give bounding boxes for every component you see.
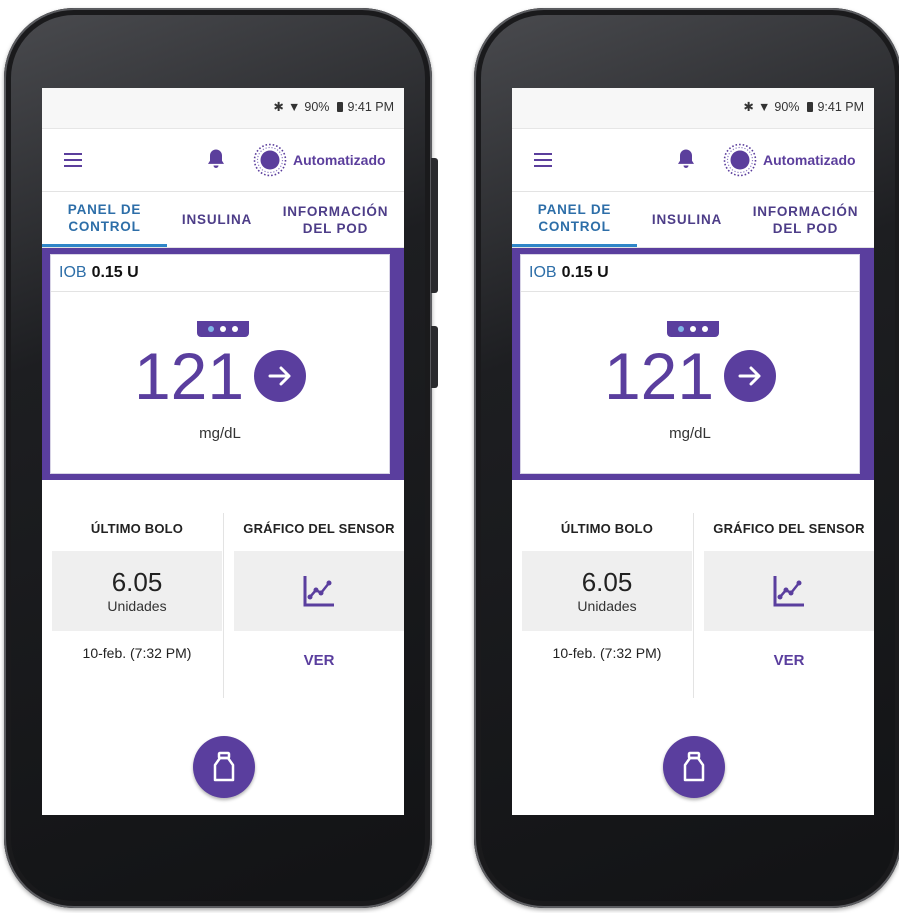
page-dot — [690, 326, 696, 332]
page-dot — [678, 326, 684, 332]
glucose-unit: mg/dL — [199, 425, 241, 442]
tab-insulin[interactable]: INSULINA — [167, 192, 267, 247]
automated-mode-icon — [723, 143, 757, 177]
app-bar: Automatizado — [512, 129, 874, 192]
app-bar: Automatizado — [42, 129, 404, 192]
page-indicator[interactable] — [197, 321, 249, 337]
tab-dashboard[interactable]: PANEL DE CONTROL — [42, 192, 167, 247]
wifi-icon: ▼ — [758, 99, 771, 114]
page-dot — [208, 326, 214, 332]
bolus-vial-icon — [683, 751, 705, 782]
last-bolus-box: 6.05 Unidades — [52, 551, 222, 631]
last-bolus-widget: ÚLTIMO BOLO 6.05 Unidades 10-feb. (7:32 … — [522, 508, 692, 661]
battery-percent: 90% — [774, 99, 800, 114]
trend-arrow-right-icon — [254, 350, 307, 402]
mode-label: Automatizado — [293, 152, 386, 168]
app-screen: ✱ ▼ 90% 9:41 PM Automatizado PANEL DE CO… — [512, 88, 874, 815]
iob-label: IOB — [59, 264, 87, 281]
bolus-vial-icon — [213, 751, 235, 782]
tab-pod-info[interactable]: INFORMACIÓN DEL POD — [737, 192, 874, 247]
status-icons: ✱ ▼ 90% 9:41 PM — [273, 99, 394, 115]
iob-value: 0.15 U — [91, 264, 139, 281]
menu-icon[interactable] — [64, 153, 82, 167]
iob-value: 0.15 U — [561, 264, 609, 281]
last-bolus-widget: ÚLTIMO BOLO 6.05 Unidades 10-feb. (7:32 … — [52, 508, 222, 661]
bolus-button[interactable] — [193, 736, 255, 798]
last-bolus-amount: 6.05 — [581, 567, 633, 597]
glucose-value: 121 — [603, 339, 715, 413]
page-indicator[interactable] — [667, 321, 719, 337]
side-button — [431, 158, 438, 293]
battery-percent: 90% — [304, 99, 330, 114]
page-dot — [232, 326, 238, 332]
last-bolus-time: 10-feb. (7:32 PM) — [552, 645, 662, 661]
sensor-graph-widget: GRÁFICO DEL SENSOR VER — [704, 508, 874, 669]
automated-mode-indicator[interactable]: Automatizado — [723, 143, 856, 177]
glucose-card[interactable]: IOB 0.15 U 121 mg/dL — [50, 254, 390, 474]
phone-frame-1: ✱ ▼ 90% 9:41 PM Automatizado PANEL DE CO… — [4, 8, 438, 908]
last-bolus-title: ÚLTIMO BOLO — [560, 520, 654, 536]
bolus-button[interactable] — [663, 736, 725, 798]
automated-mode-icon — [253, 143, 287, 177]
page-dot — [702, 326, 708, 332]
mode-label: Automatizado — [763, 152, 856, 168]
view-sensor-graph-button[interactable]: VER — [234, 652, 404, 669]
iob-row: IOB 0.15 U — [51, 255, 389, 292]
status-time: 9:41 PM — [817, 99, 864, 114]
bell-icon[interactable] — [676, 148, 696, 170]
bluetooth-icon: ✱ — [743, 100, 755, 114]
tab-insulin[interactable]: INSULINA — [637, 192, 737, 247]
side-button — [431, 326, 438, 388]
last-bolus-title: ÚLTIMO BOLO — [90, 520, 184, 536]
bluetooth-icon: ✱ — [273, 100, 285, 114]
last-bolus-unit: Unidades — [577, 598, 637, 614]
glucose-reading: 121 — [521, 343, 859, 409]
sensor-graph-title: GRÁFICO DEL SENSOR — [243, 520, 395, 536]
glucose-value: 121 — [133, 339, 245, 413]
sensor-graph-icon — [303, 576, 334, 607]
last-bolus-amount: 6.05 — [111, 567, 163, 597]
battery-icon — [337, 101, 344, 112]
sensor-graph-widget: GRÁFICO DEL SENSOR VER — [234, 508, 404, 669]
battery-icon — [807, 101, 814, 112]
trend-arrow-right-icon — [724, 350, 777, 402]
widget-divider — [223, 513, 224, 698]
glucose-unit: mg/dL — [669, 425, 711, 442]
status-bar: ✱ ▼ 90% 9:41 PM — [42, 88, 404, 129]
menu-icon[interactable] — [534, 153, 552, 167]
view-sensor-graph-button[interactable]: VER — [704, 652, 874, 669]
dashboard-widgets: ÚLTIMO BOLO 6.05 Unidades 10-feb. (7:32 … — [42, 508, 404, 698]
tab-bar: PANEL DE CONTROL INSULINA INFORMACIÓN DE… — [512, 192, 874, 248]
tab-bar: PANEL DE CONTROL INSULINA INFORMACIÓN DE… — [42, 192, 404, 248]
tab-dashboard[interactable]: PANEL DE CONTROL — [512, 192, 637, 247]
sensor-graph-icon — [773, 576, 804, 607]
sensor-graph-box[interactable] — [704, 551, 874, 631]
status-icons: ✱ ▼ 90% 9:41 PM — [743, 99, 864, 115]
dashboard-widgets: ÚLTIMO BOLO 6.05 Unidades 10-feb. (7:32 … — [512, 508, 874, 698]
glucose-reading: 121 — [51, 343, 389, 409]
glucose-card[interactable]: IOB 0.15 U 121 mg/dL — [520, 254, 860, 474]
widget-divider — [693, 513, 694, 698]
status-bar: ✱ ▼ 90% 9:41 PM — [512, 88, 874, 129]
last-bolus-unit: Unidades — [107, 598, 167, 614]
app-screen: ✱ ▼ 90% 9:41 PM Automatizado PANEL DE CO… — [42, 88, 404, 815]
glucose-panel: IOB 0.15 U 121 mg/dL — [42, 248, 404, 480]
status-time: 9:41 PM — [347, 99, 394, 114]
page-dot — [220, 326, 226, 332]
last-bolus-time: 10-feb. (7:32 PM) — [82, 645, 192, 661]
last-bolus-box: 6.05 Unidades — [522, 551, 692, 631]
iob-label: IOB — [529, 264, 557, 281]
sensor-graph-title: GRÁFICO DEL SENSOR — [713, 520, 865, 536]
bell-icon[interactable] — [206, 148, 226, 170]
tab-pod-info[interactable]: INFORMACIÓN DEL POD — [267, 192, 404, 247]
phone-frame-2: ✱ ▼ 90% 9:41 PM Automatizado PANEL DE CO… — [474, 8, 899, 908]
automated-mode-indicator[interactable]: Automatizado — [253, 143, 386, 177]
sensor-graph-box[interactable] — [234, 551, 404, 631]
iob-row: IOB 0.15 U — [521, 255, 859, 292]
wifi-icon: ▼ — [288, 99, 301, 114]
glucose-panel: IOB 0.15 U 121 mg/dL — [512, 248, 874, 480]
